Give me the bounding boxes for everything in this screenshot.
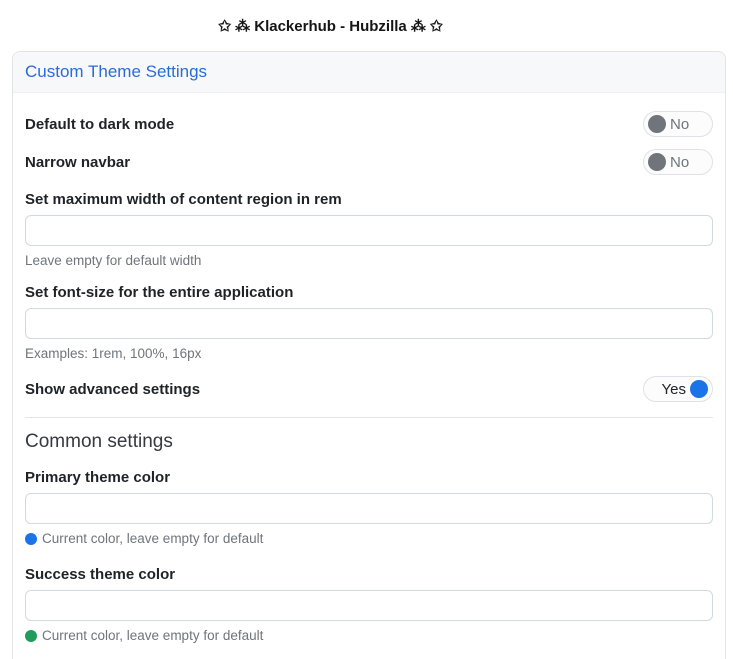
- advanced-settings-toggle[interactable]: Yes: [643, 376, 713, 402]
- narrow-navbar-toggle-value: No: [670, 154, 689, 171]
- setting-group-primary-color: Primary theme color Current color, leave…: [25, 469, 713, 546]
- setting-group-success-color: Success theme color Current color, leave…: [25, 566, 713, 643]
- font-size-label: Set font-size for the entire application: [25, 284, 713, 301]
- panel-header: Custom Theme Settings: [13, 52, 725, 93]
- setting-row-advanced: Show advanced settings Yes: [25, 376, 713, 402]
- advanced-settings-label: Show advanced settings: [25, 381, 200, 398]
- toggle-knob-icon: [690, 380, 708, 398]
- dark-mode-label: Default to dark mode: [25, 116, 174, 133]
- advanced-settings-toggle-value: Yes: [662, 381, 686, 398]
- primary-color-help: Current color, leave empty for default: [25, 531, 713, 546]
- panel-title-link[interactable]: Custom Theme Settings: [25, 62, 207, 81]
- primary-color-label: Primary theme color: [25, 469, 713, 486]
- narrow-navbar-label: Narrow navbar: [25, 154, 130, 171]
- setting-group-max-width: Set maximum width of content region in r…: [25, 191, 713, 268]
- primary-color-input[interactable]: [25, 493, 713, 524]
- common-settings-heading: Common settings: [25, 431, 713, 453]
- toggle-knob-icon: [648, 115, 666, 133]
- success-color-help: Current color, leave empty for default: [25, 628, 713, 643]
- primary-color-dot-icon: [25, 533, 37, 545]
- font-size-input[interactable]: [25, 308, 713, 339]
- section-divider: [25, 417, 713, 418]
- max-width-input[interactable]: [25, 215, 713, 246]
- top-bar: ✩ ⁂ Klackerhub - Hubzilla ⁂ ✩: [0, 0, 733, 51]
- window-title: ✩ ⁂ Klackerhub - Hubzilla ⁂ ✩: [218, 17, 442, 35]
- panel-body: Default to dark mode No Narrow navbar No…: [13, 93, 725, 659]
- toggle-knob-icon: [648, 153, 666, 171]
- success-color-input[interactable]: [25, 590, 713, 621]
- max-width-label: Set maximum width of content region in r…: [25, 191, 713, 208]
- font-size-help: Examples: 1rem, 100%, 16px: [25, 346, 713, 361]
- setting-group-font-size: Set font-size for the entire application…: [25, 284, 713, 361]
- dark-mode-toggle[interactable]: No: [643, 111, 713, 137]
- setting-row-narrow-navbar: Narrow navbar No: [25, 149, 713, 175]
- setting-row-dark-mode: Default to dark mode No: [25, 111, 713, 137]
- success-color-dot-icon: [25, 630, 37, 642]
- dark-mode-toggle-value: No: [670, 116, 689, 133]
- custom-theme-settings-panel: Custom Theme Settings Default to dark mo…: [12, 51, 726, 659]
- success-color-label: Success theme color: [25, 566, 713, 583]
- success-color-help-text: Current color, leave empty for default: [42, 628, 263, 643]
- narrow-navbar-toggle[interactable]: No: [643, 149, 713, 175]
- max-width-help: Leave empty for default width: [25, 253, 713, 268]
- primary-color-help-text: Current color, leave empty for default: [42, 531, 263, 546]
